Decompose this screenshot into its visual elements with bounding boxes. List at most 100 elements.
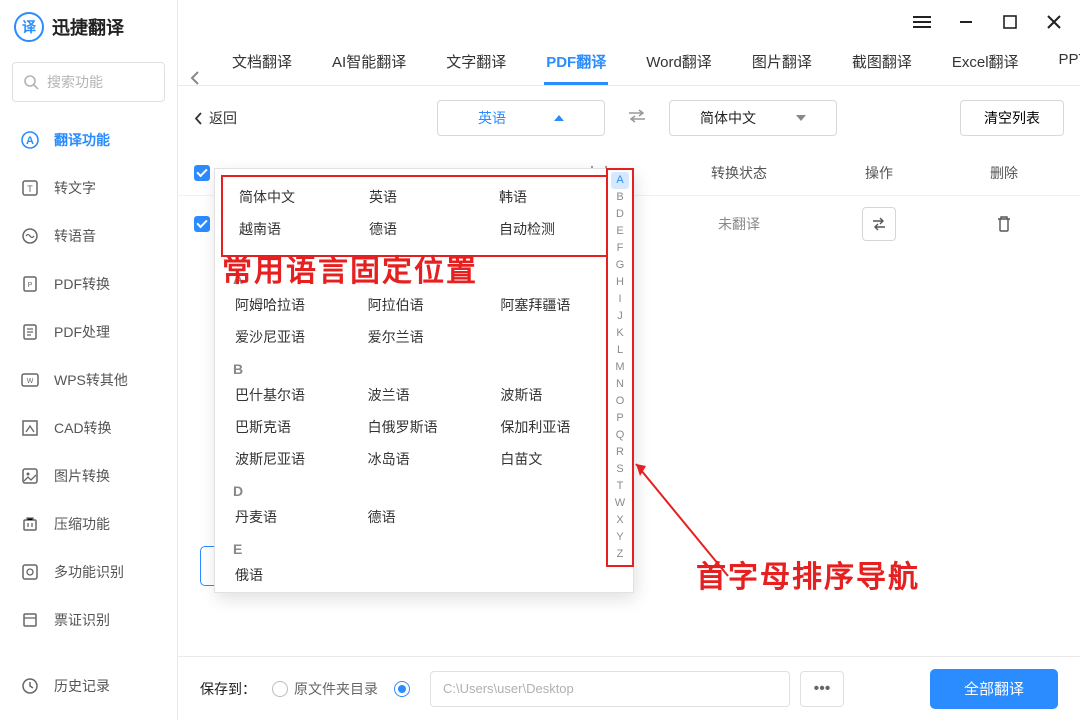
nav-icon xyxy=(20,610,40,630)
save-original-radio[interactable] xyxy=(272,681,288,697)
back-button[interactable]: 返回 xyxy=(194,108,237,128)
col-action: 操作 xyxy=(814,163,944,183)
lang-option[interactable]: 波斯尼亚语 xyxy=(225,443,358,475)
lang-option[interactable]: 英语 xyxy=(359,181,489,213)
row-delete-button[interactable] xyxy=(987,207,1021,241)
clear-list-button[interactable]: 清空列表 xyxy=(960,100,1064,136)
lang-option[interactable]: 爱尔兰语 xyxy=(358,321,491,353)
alpha-letter[interactable]: I xyxy=(618,291,621,308)
alpha-letter[interactable]: A xyxy=(611,172,629,189)
chevron-left-icon xyxy=(194,112,203,125)
source-language-select[interactable]: 英语 xyxy=(437,100,605,136)
lang-option[interactable]: 冰岛语 xyxy=(358,443,491,475)
lang-option[interactable]: 德语 xyxy=(358,501,491,533)
lang-option[interactable]: 保加利亚语 xyxy=(490,411,623,443)
alpha-letter[interactable]: M xyxy=(615,359,624,376)
select-all-checkbox[interactable] xyxy=(194,165,210,181)
alpha-letter[interactable]: B xyxy=(616,189,623,206)
tab-6[interactable]: 截图翻译 xyxy=(850,41,914,85)
alpha-letter[interactable]: Y xyxy=(616,529,623,546)
alpha-letter[interactable]: S xyxy=(616,461,623,478)
alpha-letter[interactable]: P xyxy=(616,410,623,427)
tab-0[interactable]: 文档翻译 xyxy=(230,41,294,85)
lang-option[interactable]: 简体中文 xyxy=(229,181,359,213)
lang-option[interactable]: 波兰语 xyxy=(358,379,491,411)
sidebar-item-label: 转文字 xyxy=(54,178,96,198)
sidebar-item-10[interactable]: 票证识别 xyxy=(0,596,177,644)
alpha-letter[interactable]: R xyxy=(616,444,624,461)
lang-option[interactable]: 波斯语 xyxy=(490,379,623,411)
alpha-letter[interactable]: L xyxy=(617,342,623,359)
nav-icon xyxy=(20,514,40,534)
row-checkbox[interactable] xyxy=(194,216,210,232)
lang-option[interactable]: 阿塞拜疆语 xyxy=(490,289,623,321)
alpha-letter[interactable]: H xyxy=(616,274,624,291)
sidebar-item-3[interactable]: PPDF转换 xyxy=(0,260,177,308)
target-language-select[interactable]: 简体中文 xyxy=(669,100,837,136)
swap-languages-button[interactable] xyxy=(627,108,647,129)
lang-option[interactable]: 白苗文 xyxy=(490,443,623,475)
nav-icon: T xyxy=(20,178,40,198)
svg-text:P: P xyxy=(28,282,33,289)
alpha-letter[interactable]: W xyxy=(615,495,625,512)
lang-option[interactable]: 俄语 xyxy=(225,559,358,591)
lang-option[interactable]: 韩语 xyxy=(489,181,619,213)
lang-option[interactable]: 阿拉伯语 xyxy=(358,289,491,321)
tab-5[interactable]: 图片翻译 xyxy=(750,41,814,85)
save-original-label: 原文件夹目录 xyxy=(294,679,378,699)
close-button[interactable] xyxy=(1044,12,1064,32)
alpha-letter[interactable]: G xyxy=(616,257,625,274)
alpha-letter[interactable]: F xyxy=(617,240,624,257)
tab-4[interactable]: Word翻译 xyxy=(644,41,714,85)
tab-2[interactable]: 文字翻译 xyxy=(444,41,508,85)
sidebar-item-8[interactable]: 压缩功能 xyxy=(0,500,177,548)
save-custom-radio[interactable] xyxy=(394,681,410,697)
save-path-input[interactable]: C:\Users\user\Desktop xyxy=(430,671,790,707)
tabs-back-icon[interactable] xyxy=(190,71,200,85)
search-input[interactable]: 搜索功能 xyxy=(12,62,165,102)
alpha-letter[interactable]: J xyxy=(617,308,623,325)
row-action-button[interactable] xyxy=(862,207,896,241)
maximize-button[interactable] xyxy=(1000,12,1020,32)
sidebar-item-0[interactable]: A翻译功能 xyxy=(0,116,177,164)
lang-option[interactable]: 丹麦语 xyxy=(225,501,358,533)
tab-8[interactable]: PPT xyxy=(1057,41,1080,85)
alpha-letter[interactable]: D xyxy=(616,206,624,223)
search-icon xyxy=(23,74,39,90)
sidebar-item-label: CAD转换 xyxy=(54,418,112,438)
alpha-letter[interactable]: X xyxy=(616,512,623,529)
sidebar-item-5[interactable]: WWPS转其他 xyxy=(0,356,177,404)
lang-option[interactable]: 阿姆哈拉语 xyxy=(225,289,358,321)
lang-option[interactable]: 自动检测 xyxy=(489,213,619,245)
lang-option[interactable]: 爱沙尼亚语 xyxy=(225,321,358,353)
alpha-letter[interactable]: Q xyxy=(616,427,625,444)
sidebar-item-1[interactable]: T 转文字 xyxy=(0,164,177,212)
lang-option[interactable]: 越南语 xyxy=(229,213,359,245)
alpha-letter[interactable]: N xyxy=(616,376,624,393)
sidebar-item-9[interactable]: 多功能识别 xyxy=(0,548,177,596)
alpha-letter[interactable]: O xyxy=(616,393,625,410)
sidebar-item-7[interactable]: 图片转换 xyxy=(0,452,177,500)
sidebar-item-history[interactable]: 历史记录 xyxy=(0,662,177,710)
menu-icon[interactable] xyxy=(912,12,932,32)
alpha-letter[interactable]: E xyxy=(616,223,623,240)
lang-option[interactable]: 德语 xyxy=(359,213,489,245)
translate-all-button[interactable]: 全部翻译 xyxy=(930,669,1058,709)
lang-option[interactable]: 巴斯克语 xyxy=(225,411,358,443)
alpha-letter[interactable]: T xyxy=(617,478,624,495)
save-to-label: 保存到： xyxy=(200,679,256,699)
tab-3[interactable]: PDF翻译 xyxy=(544,41,608,85)
lang-option[interactable]: 巴什基尔语 xyxy=(225,379,358,411)
source-language-label: 英语 xyxy=(478,108,506,128)
sidebar-item-2[interactable]: 转语音 xyxy=(0,212,177,260)
alpha-letter[interactable]: Z xyxy=(617,546,624,563)
tab-1[interactable]: AI智能翻译 xyxy=(330,41,408,85)
tab-7[interactable]: Excel翻译 xyxy=(950,41,1021,85)
browse-path-button[interactable]: ••• xyxy=(800,671,844,707)
sidebar-item-4[interactable]: PDF处理 xyxy=(0,308,177,356)
minimize-button[interactable] xyxy=(956,12,976,32)
lang-option[interactable]: 白俄罗斯语 xyxy=(358,411,491,443)
nav-icon xyxy=(20,418,40,438)
sidebar-item-6[interactable]: CAD转换 xyxy=(0,404,177,452)
alpha-letter[interactable]: K xyxy=(616,325,623,342)
